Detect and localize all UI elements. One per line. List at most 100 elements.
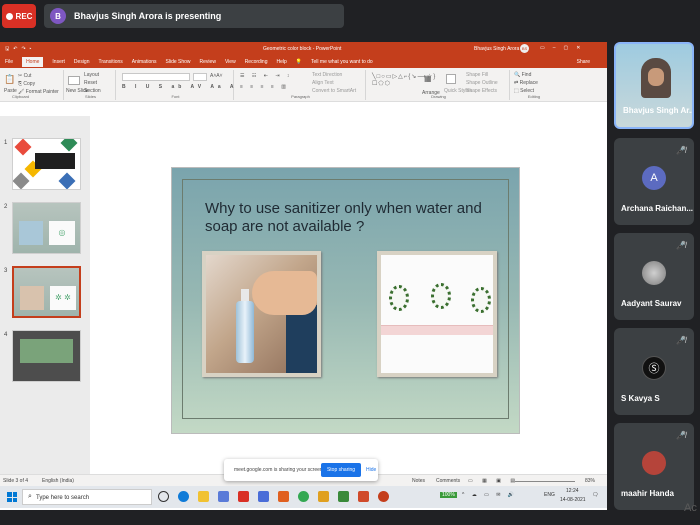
mail-icon[interactable] (238, 491, 249, 502)
window-controls[interactable]: ▭–▢✕ (540, 45, 588, 51)
font-name-select[interactable] (122, 73, 190, 81)
layout-button[interactable]: Layout (84, 72, 99, 78)
shapes-gallery[interactable]: ╲□○▭▷△⌐{↘⟶☆}☐⬠⬡ (372, 74, 435, 94)
cut-button[interactable]: ✂ Cut (18, 73, 31, 79)
windows-start-icon[interactable] (7, 492, 17, 502)
text-direction-button[interactable]: Text Direction (312, 72, 342, 78)
arrange-icon[interactable]: ▦ (424, 74, 432, 83)
shape-fill-button[interactable]: Shape Fill (466, 72, 488, 78)
virus-icon (471, 287, 491, 313)
list-buttons[interactable]: ☰ ☷ ⇤ ⇥ ↕ (240, 73, 292, 79)
participant-avatar: Ⓢ (642, 356, 666, 380)
hand-sanitizer-image[interactable] (202, 251, 321, 377)
chrome-icon[interactable] (298, 491, 309, 502)
tab-slide-show[interactable]: Slide Show (166, 59, 191, 65)
membrane-strip (381, 325, 493, 335)
replace-button[interactable]: ⇄ Replace (514, 80, 538, 86)
participant-avatar: A (642, 166, 666, 190)
view-buttons[interactable]: ▭ ▦ ▣ ▤ (468, 478, 519, 484)
new-slide-icon[interactable] (68, 76, 80, 85)
slide-thumbnail-4[interactable] (12, 330, 81, 382)
tab-transitions[interactable]: Transitions (99, 59, 123, 65)
input-language[interactable]: ENG (544, 492, 555, 498)
align-text-button[interactable]: Align Text (312, 80, 334, 86)
folder-icon[interactable] (318, 491, 329, 502)
participant-tile-presenter[interactable]: Bhavjus Singh Ar... (614, 42, 694, 129)
window-title: Geometric color block - PowerPoint (263, 46, 342, 52)
office-icon[interactable] (278, 491, 289, 502)
tab-review[interactable]: Review (200, 59, 216, 65)
slide-title[interactable]: Why to use sanitizer only when water and… (205, 200, 495, 236)
account-name[interactable]: Bhavjus Singh Arora (474, 46, 519, 52)
thumb-number-3: 3 (4, 268, 8, 274)
font-grow-icon[interactable]: A˄A˅ (210, 73, 223, 79)
font-size-select[interactable] (193, 73, 207, 81)
drawing-group: ╲□○▭▷△⌐{↘⟶☆}☐⬠⬡ ▦ Arrange Quick Styles S… (368, 70, 510, 100)
slide-thumbnail-2[interactable]: ◎ (12, 202, 81, 254)
windows-taskbar: ⌕ Type here to search 100% ^ ☁ ▭ ✉ 🔊 ENG… (0, 486, 607, 508)
edge-icon[interactable] (178, 491, 189, 502)
zoom-slider[interactable] (515, 481, 575, 482)
tell-me-search[interactable]: Tell me what you want to do (311, 59, 373, 65)
tab-help[interactable]: Help (276, 59, 286, 65)
align-buttons[interactable]: ≡ ≡ ≡ ≡ ▥ (240, 84, 289, 90)
file-explorer-icon[interactable] (198, 491, 209, 502)
quick-styles-icon[interactable] (446, 74, 456, 84)
notification-icon[interactable]: 🗨 (592, 492, 598, 498)
font-format-buttons[interactable]: B I U S ab AV Aa A (122, 84, 238, 90)
share-button[interactable]: Share (577, 59, 590, 65)
ppt-menu-bar: File Home Insert Design Transitions Anim… (0, 56, 607, 68)
clock-time[interactable]: 12:24 (566, 488, 579, 494)
virus-illustration-image[interactable] (377, 251, 497, 377)
tab-design[interactable]: Design (74, 59, 90, 65)
tab-animations[interactable]: Animations (132, 59, 157, 65)
shape-outline-button[interactable]: Shape Outline (466, 80, 498, 86)
slide-thumbnail-1[interactable] (12, 138, 81, 190)
paragraph-group: ☰ ☷ ⇤ ⇥ ↕ ≡ ≡ ≡ ≡ ▥ Text Direction Align… (236, 70, 366, 100)
tab-file[interactable]: File (5, 59, 13, 65)
paragraph-label: Paragraph (291, 94, 310, 99)
comments-button[interactable]: Comments (436, 478, 460, 484)
system-tray-icons[interactable]: ^ ☁ ▭ ✉ 🔊 (462, 492, 517, 498)
language-indicator[interactable]: English (India) (42, 478, 74, 484)
zoom-level[interactable]: 83% (585, 478, 595, 484)
current-slide[interactable]: Why to use sanitizer only when water and… (172, 168, 519, 433)
clock-date[interactable]: 14-08-2021 (560, 497, 586, 503)
participant-avatar (642, 451, 666, 475)
thumb3-virus-image: ✲ ✲ (50, 286, 76, 310)
participant-tile-kavya[interactable]: 🎤̸ Ⓢ S Kavya S (614, 328, 694, 415)
thumb1-title-bar (35, 153, 75, 169)
presenter-video (641, 58, 671, 98)
excel-icon[interactable] (338, 491, 349, 502)
search-icon: ⌕ (28, 493, 32, 500)
notes-button[interactable]: Notes (412, 478, 425, 484)
slide-thumbnail-3[interactable]: ✲ ✲ (12, 266, 81, 318)
quick-access-icons[interactable]: 🖫↶↷▸ (5, 46, 36, 54)
cortana-icon[interactable] (158, 491, 169, 502)
participant-tile-aadyant[interactable]: 🎤̸ Aadyant Saurav (614, 233, 694, 320)
account-avatar[interactable]: BS (520, 44, 529, 53)
tab-recording[interactable]: Recording (245, 59, 268, 65)
tab-insert[interactable]: Insert (52, 59, 65, 65)
tab-view[interactable]: View (225, 59, 236, 65)
presenter-banner: B Bhavjus Singh Arora is presenting (44, 4, 344, 28)
battery-indicator[interactable]: 100% (440, 492, 457, 498)
tab-home[interactable]: Home (22, 57, 44, 67)
camera-icon[interactable] (258, 491, 269, 502)
presenter-avatar: B (50, 8, 66, 24)
drawing-label: Drawing (431, 94, 446, 99)
stop-sharing-button[interactable]: Stop sharing (321, 463, 361, 477)
participant-tile-maahir[interactable]: 🎤̸ maahir Handa (614, 423, 694, 510)
app-icon[interactable] (358, 491, 369, 502)
hide-button[interactable]: Hide (366, 467, 376, 473)
store-icon[interactable] (218, 491, 229, 502)
copy-button[interactable]: ⎘ Copy (18, 81, 35, 87)
reset-button[interactable]: Reset (84, 80, 97, 86)
thumb2-image (19, 221, 43, 245)
find-button[interactable]: 🔍 Find (514, 72, 531, 78)
taskbar-search[interactable]: ⌕ Type here to search (22, 489, 152, 505)
participant-tile-archana[interactable]: 🎤̸ A Archana Raichan... (614, 138, 694, 225)
paste-icon[interactable]: 📋 (4, 74, 15, 85)
clipboard-label: Clipboard (12, 94, 30, 99)
powerpoint-icon[interactable] (378, 491, 389, 502)
